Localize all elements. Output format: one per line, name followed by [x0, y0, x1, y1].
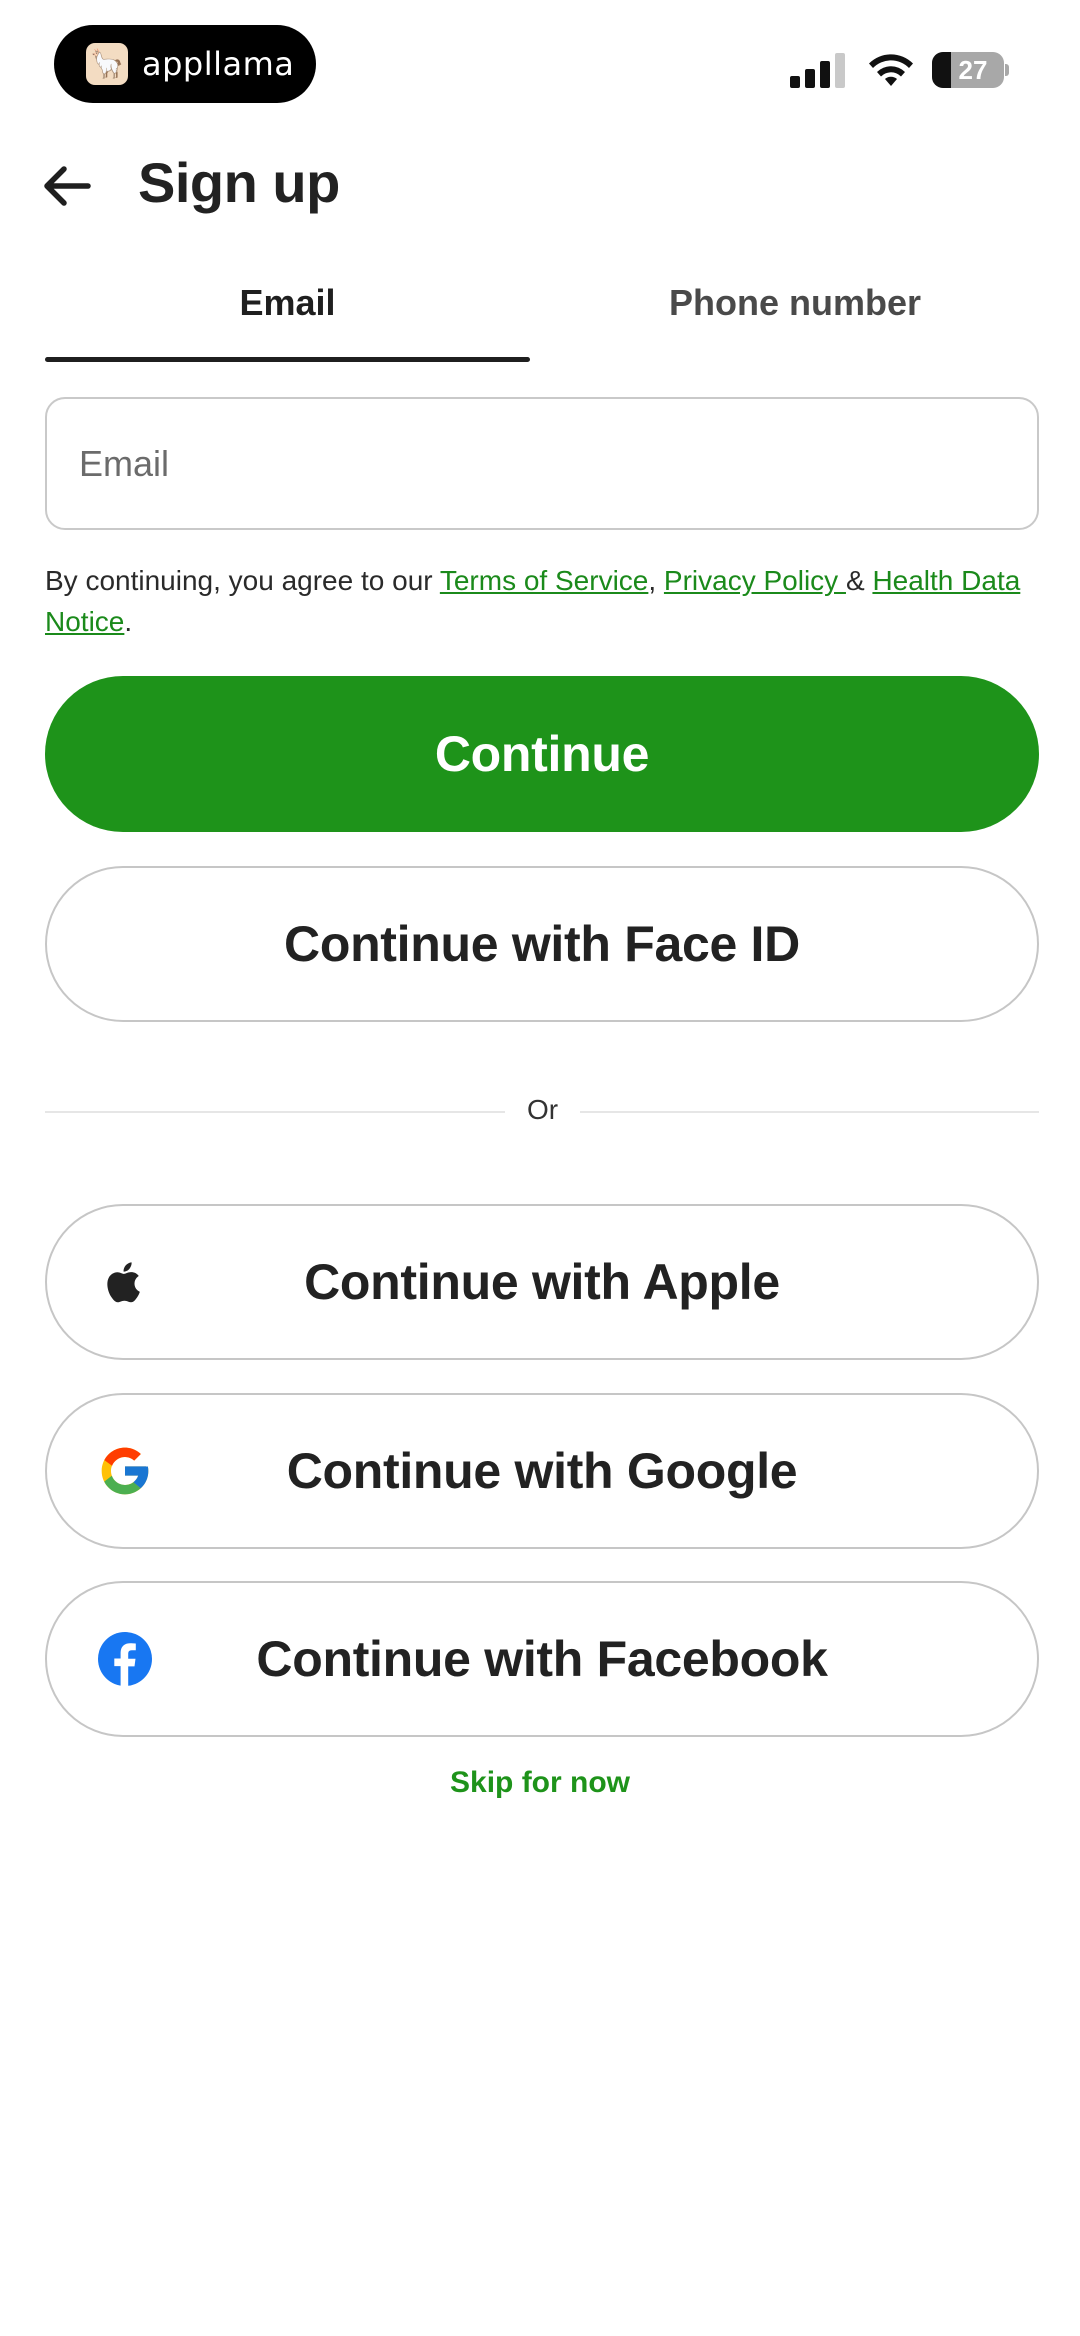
app-badge-label: appllama	[142, 45, 295, 83]
terms-ampersand: &	[845, 565, 873, 596]
continue-with-apple-button[interactable]: Continue with Apple	[45, 1204, 1039, 1360]
app-badge[interactable]: 🦙 appllama	[54, 25, 316, 103]
facebook-button-label: Continue with Facebook	[256, 1631, 828, 1687]
battery-icon: 27	[932, 52, 1010, 88]
cellular-signal-icon	[790, 52, 846, 88]
continue-with-google-button[interactable]: Continue with Google	[45, 1393, 1039, 1549]
continue-button-label: Continue	[434, 726, 650, 782]
continue-with-facebook-button[interactable]: Continue with Facebook	[45, 1581, 1039, 1737]
terms-notice: By continuing, you agree to our Terms of…	[45, 560, 1035, 642]
arrow-left-icon[interactable]	[42, 164, 92, 208]
terms-prefix: By continuing, you agree to our	[45, 565, 440, 596]
facebook-icon	[98, 1632, 152, 1686]
google-icon	[101, 1447, 149, 1495]
page-title: Sign up	[138, 151, 340, 214]
llama-logo-icon: 🦙	[86, 43, 128, 85]
skip-for-now-link[interactable]: Skip for now	[0, 1766, 1080, 1800]
apple-icon	[107, 1262, 140, 1303]
tab-phone-number[interactable]: Phone number	[545, 282, 1045, 332]
terms-suffix: .	[124, 606, 133, 637]
tab-email[interactable]: Email	[45, 282, 530, 332]
face-id-button-label: Continue with Face ID	[284, 916, 800, 972]
terms-of-service-link[interactable]: Terms of Service	[440, 565, 649, 596]
privacy-policy-link[interactable]: Privacy Policy	[664, 565, 846, 596]
divider-left	[45, 1111, 505, 1113]
wifi-icon	[869, 54, 913, 86]
continue-with-face-id-button[interactable]: Continue with Face ID	[45, 866, 1039, 1022]
or-divider-text: Or	[526, 1094, 559, 1125]
email-input[interactable]	[45, 397, 1039, 530]
continue-button[interactable]: Continue	[45, 676, 1039, 832]
apple-button-label: Continue with Apple	[304, 1254, 780, 1310]
battery-level: 27	[958, 55, 988, 85]
google-button-label: Continue with Google	[286, 1443, 798, 1499]
selected-tab-indicator	[45, 357, 530, 362]
terms-separator: ,	[648, 565, 664, 596]
divider-right	[580, 1111, 1039, 1113]
